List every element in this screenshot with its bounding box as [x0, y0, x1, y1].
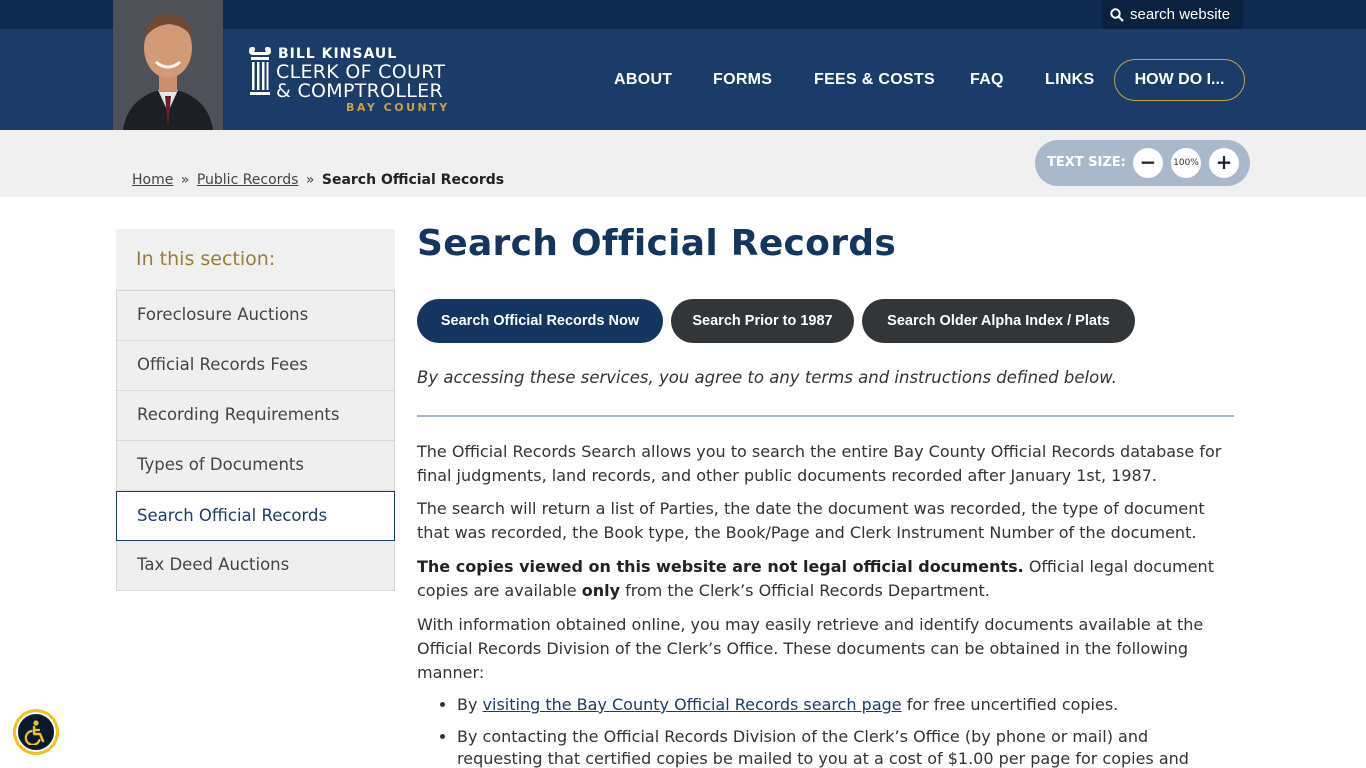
official-records-search-page-link[interactable]: visiting the Bay County Official Records… [483, 695, 902, 714]
legal-text-b: from the Clerk’s Official Records Depart… [620, 581, 990, 600]
page-title: Search Official Records [417, 223, 897, 264]
sidebar-item-types-of-documents[interactable]: Types of Documents [116, 441, 395, 491]
pillar-logo-icon [249, 46, 271, 95]
bullet-1-pre: By [457, 695, 483, 714]
nav-forms[interactable]: FORMS [713, 59, 772, 101]
sidebar-item-official-records-fees[interactable]: Official Records Fees [116, 341, 395, 391]
nav-about[interactable]: ABOUT [614, 59, 672, 101]
divider [417, 415, 1234, 417]
section-sidebar: In this section: Foreclosure Auctions Of… [116, 229, 395, 591]
text-size-control: TEXT SIZE: − 100% + [1035, 140, 1250, 186]
breadcrumb: Home » Public Records » Search Official … [132, 172, 504, 188]
terms-notice: By accessing these services, you agree t… [417, 368, 1117, 387]
sidebar-item-foreclosure-auctions[interactable]: Foreclosure Auctions [116, 291, 395, 341]
logo-name: BILL KINSAUL [278, 46, 398, 62]
list-item: By contacting the Official Records Divis… [457, 726, 1237, 768]
logo-title-2: & COMPTROLLER [276, 80, 443, 102]
nav-links[interactable]: LINKS [1045, 59, 1095, 101]
sidebar-heading: In this section: [116, 229, 395, 291]
search-older-alpha-index-button[interactable]: Search Older Alpha Index / Plats [862, 299, 1135, 343]
obtain-methods-list: By visiting the Bay County Official Reco… [457, 694, 1237, 768]
accessibility-icon [24, 720, 45, 745]
intro-paragraph: The Official Records Search allows you t… [417, 442, 1222, 485]
text-size-increase-button[interactable]: + [1209, 148, 1239, 178]
search-official-records-now-button[interactable]: Search Official Records Now [417, 299, 663, 343]
search-prior-1987-button[interactable]: Search Prior to 1987 [671, 299, 854, 343]
retrieval-paragraph: With information obtained online, you ma… [417, 615, 1204, 682]
list-item: By visiting the Bay County Official Reco… [457, 694, 1237, 716]
nav-faq[interactable]: FAQ [970, 59, 1004, 101]
nav-fees-costs[interactable]: FEES & COSTS [814, 59, 935, 101]
search-icon [1110, 7, 1124, 22]
sidebar-item-recording-requirements[interactable]: Recording Requirements [116, 391, 395, 441]
breadcrumb-public-records-link[interactable]: Public Records [197, 172, 299, 188]
sidebar-item-search-official-records[interactable]: Search Official Records [116, 491, 395, 541]
accessibility-button[interactable] [13, 709, 59, 755]
legal-warning: The copies viewed on this website are no… [417, 557, 1024, 576]
breadcrumb-home-link[interactable]: Home [132, 172, 173, 188]
nav-how-do-i-button[interactable]: HOW DO I... [1114, 59, 1245, 101]
search-label: search website [1130, 6, 1231, 23]
results-paragraph: The search will return a list of Parties… [417, 499, 1205, 542]
text-size-value: 100% [1171, 148, 1201, 178]
legal-copies-paragraph: The copies viewed on this website are no… [417, 555, 1235, 603]
site-search-button[interactable]: search website [1102, 0, 1243, 29]
text-size-label: TEXT SIZE: [1047, 155, 1126, 170]
logo-county: BAY COUNTY [346, 101, 450, 114]
bullet-1-post: for free uncertified copies. [901, 695, 1119, 714]
legal-only: only [581, 581, 621, 600]
clerk-portrait-photo [113, 0, 223, 130]
site-logo[interactable]: BILL KINSAUL CLERK OF COURT & COMPTROLLE… [247, 45, 452, 115]
text-size-decrease-button[interactable]: − [1133, 148, 1163, 178]
breadcrumb-separator: » [305, 172, 315, 188]
breadcrumb-current: Search Official Records [321, 172, 505, 188]
sidebar-item-tax-deed-auctions[interactable]: Tax Deed Auctions [116, 541, 395, 591]
breadcrumb-separator: » [180, 172, 190, 188]
